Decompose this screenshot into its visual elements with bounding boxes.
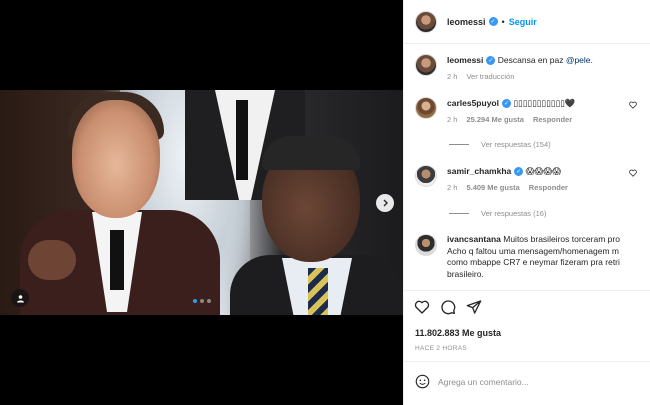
caption-username[interactable]: leomessi [447, 55, 483, 65]
comment-item: carles5puyol ✓ ▯▯▯▯▯▯▯▯▯▯▯🖤 2 h 25.294 Me… [415, 97, 650, 126]
comment-item: samir_chamkha ✓ 😱😱😱😱 2 h 5.409 Me gusta R… [415, 165, 650, 194]
verified-badge-icon: ✓ [514, 167, 524, 177]
comment-icon[interactable] [440, 299, 456, 315]
comment-username[interactable]: ivancsantana [447, 234, 501, 244]
comment-text: como mbappe CR7 e neymar fizeram pra ret… [447, 257, 620, 267]
verified-badge-icon: ✓ [488, 17, 498, 26]
post-media [0, 0, 403, 405]
comment-username[interactable]: carles5puyol [447, 98, 499, 108]
view-replies-label: Ver respuestas (16) [481, 209, 547, 218]
comment-text: Acho q faltou uma mensagem/homenagem m [447, 245, 619, 256]
carousel-dot [207, 299, 211, 303]
view-replies-button[interactable]: Ver respuestas (16) [449, 209, 546, 218]
reply-button[interactable]: Responder [533, 114, 572, 126]
chevron-right-icon [383, 199, 388, 207]
carousel-dot [200, 299, 204, 303]
post-timestamp: HACE 2 HORAS [415, 345, 468, 352]
avatar[interactable] [415, 234, 437, 256]
carousel-next-button[interactable] [376, 194, 394, 212]
view-replies-label: Ver respuestas (154) [481, 140, 551, 149]
author-username[interactable]: leomessi [447, 17, 486, 27]
carousel-dot [193, 299, 197, 303]
comment-text: brasileiro. [447, 268, 484, 279]
caption-mention[interactable]: @pele [566, 55, 591, 65]
post-photo[interactable] [0, 90, 403, 315]
emoji-icon[interactable] [415, 374, 430, 389]
tagged-users-button[interactable] [11, 289, 29, 307]
comment-item: ivancsantana Muitos brasileiros torceram… [415, 234, 650, 280]
comment-username[interactable]: samir_chamkha [447, 166, 511, 176]
comment-likes[interactable]: 5.409 Me gusta [466, 182, 519, 194]
view-replies-button[interactable]: Ver respuestas (154) [449, 140, 551, 149]
avatar[interactable] [415, 10, 437, 33]
post-actions: 11.802.883 Me gusta HACE 2 HORAS [404, 290, 650, 402]
post-header: leomessi ✓ • Seguir [404, 0, 650, 44]
follow-button[interactable]: Seguir [509, 17, 537, 27]
comment-text: ▯▯▯▯▯▯▯▯▯▯▯🖤 [513, 98, 576, 108]
comment-time: 2 h [447, 183, 458, 192]
comment-like-icon[interactable] [629, 101, 637, 109]
comment-text: 😱😱😱😱 [525, 166, 562, 176]
comment-likes[interactable]: 25.294 Me gusta [466, 114, 524, 126]
carousel-indicator [193, 299, 211, 303]
caption-text: Descansa en paz [497, 55, 566, 65]
caption-row: leomessi ✓ Descansa en paz @pele. 2 h Ver… [415, 54, 650, 83]
comment-time: 2 h [447, 115, 458, 124]
comment-text: Muitos brasileiros torceram pro [503, 234, 620, 244]
avatar[interactable] [415, 97, 437, 119]
heart-icon[interactable] [414, 299, 430, 315]
separator-dot: • [501, 16, 505, 27]
add-comment-bar [404, 361, 650, 401]
comment-like-icon[interactable] [629, 169, 637, 177]
send-icon[interactable] [466, 299, 482, 315]
comment-input[interactable] [438, 376, 618, 387]
see-translation-link[interactable]: Ver traducción [466, 71, 514, 83]
verified-badge-icon: ✓ [486, 56, 496, 66]
comments-list: leomessi ✓ Descansa en paz @pele. 2 h Ver… [404, 44, 650, 290]
avatar[interactable] [415, 165, 437, 187]
verified-badge-icon: ✓ [501, 99, 511, 109]
post-details-panel: leomessi ✓ • Seguir leomessi ✓ Descansa e… [403, 0, 650, 405]
likes-count[interactable]: 11.802.883 Me gusta [415, 328, 501, 338]
avatar[interactable] [415, 54, 437, 76]
reply-button[interactable]: Responder [529, 182, 568, 194]
caption-time: 2 h [447, 72, 458, 81]
user-tag-icon [16, 294, 24, 302]
